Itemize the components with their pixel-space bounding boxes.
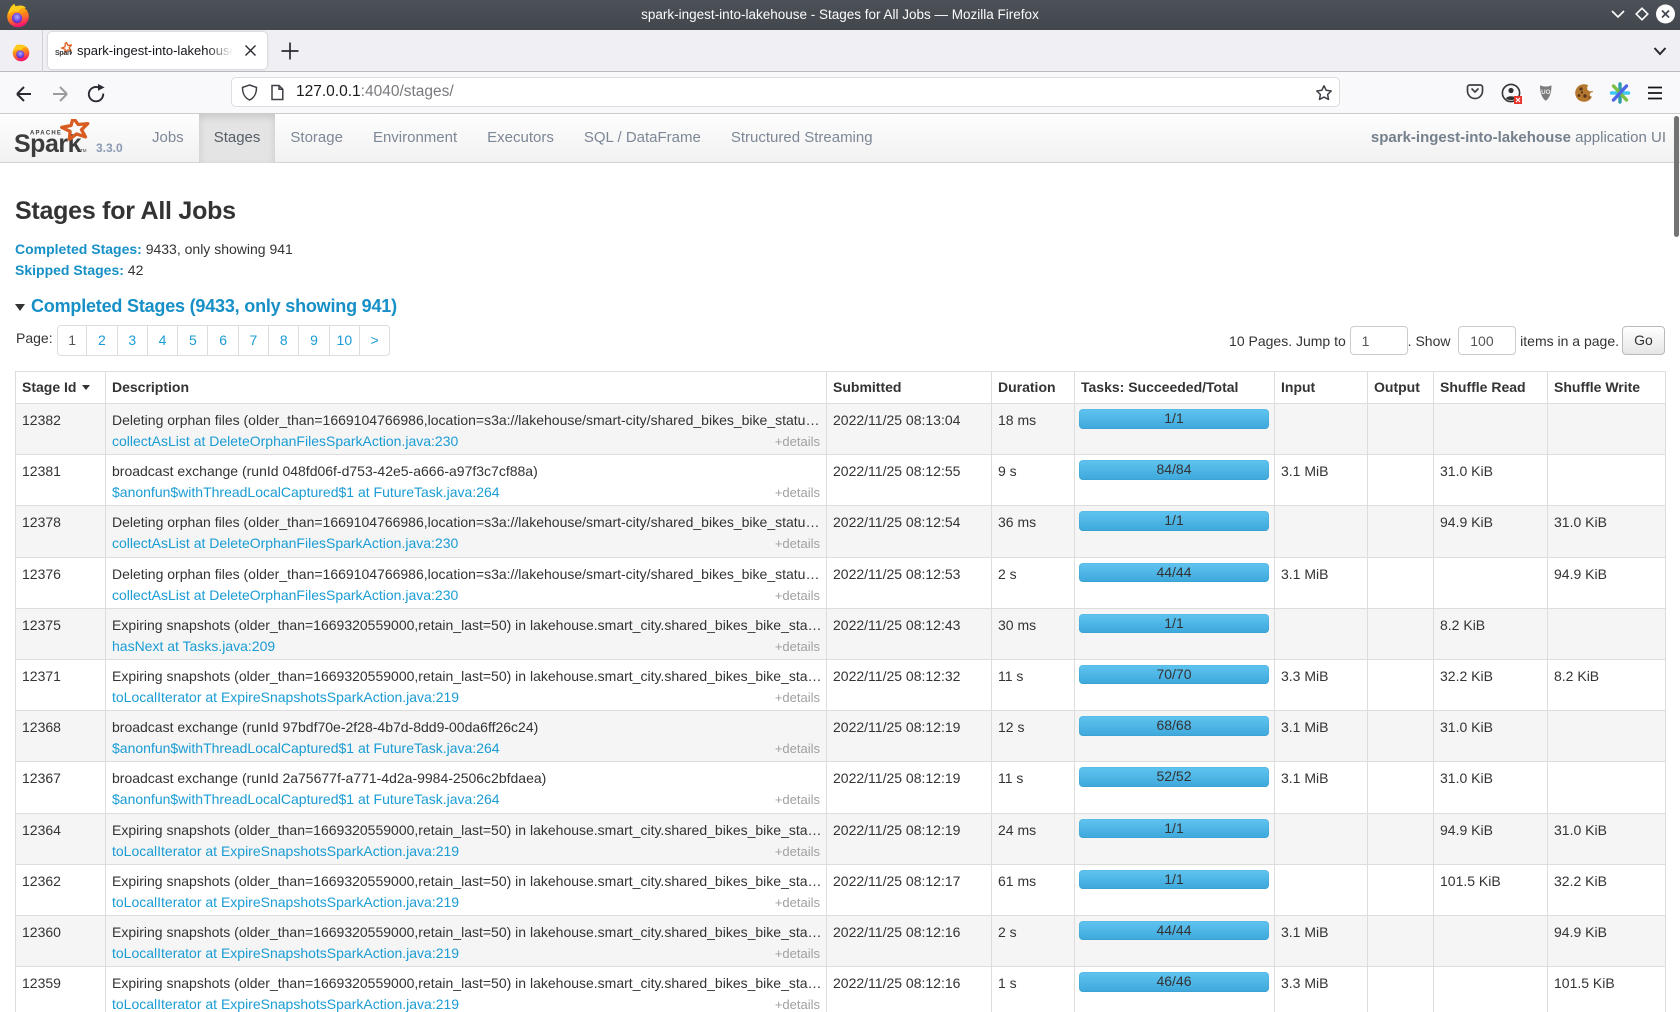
svg-text:Spark: Spark <box>55 50 72 57</box>
svg-text:APACHE: APACHE <box>30 131 62 137</box>
svg-text:TM: TM <box>80 148 87 153</box>
svg-text:UO: UO <box>1541 89 1550 96</box>
